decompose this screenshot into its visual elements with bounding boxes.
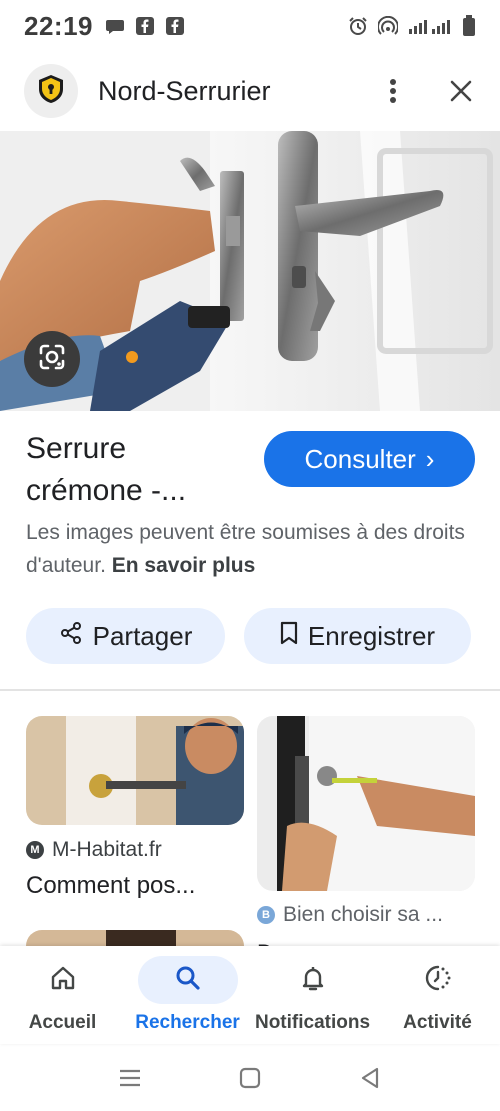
google-lens-button[interactable]	[24, 331, 80, 387]
search-icon	[174, 964, 202, 997]
bookmark-icon	[280, 621, 298, 652]
message-icon	[105, 16, 125, 36]
nav-label-activity: Activité	[403, 1012, 472, 1033]
nav-icon-container	[13, 956, 113, 1004]
shield-lock-icon	[37, 74, 65, 109]
section-divider	[0, 689, 500, 691]
related-source-1[interactable]: M M-Habitat.fr	[26, 838, 162, 862]
related-thumbnail-1[interactable]	[26, 716, 244, 825]
nav-item-home[interactable]: Accueil	[0, 946, 125, 1044]
nav-item-search[interactable]: Rechercher	[125, 946, 250, 1044]
learn-more-link[interactable]: En savoir plus	[112, 554, 256, 577]
source-favicon-icon: M	[26, 841, 44, 859]
related-image-2	[257, 716, 475, 891]
related-caption-1[interactable]: Comment pos...	[26, 872, 195, 900]
share-label: Partager	[92, 620, 193, 651]
chevron-right-icon: ›	[425, 443, 435, 474]
close-icon[interactable]	[446, 76, 476, 106]
nav-item-notifications[interactable]: Notifications	[250, 946, 375, 1044]
signal-icon	[408, 16, 452, 36]
nav-label-home: Accueil	[28, 1012, 97, 1033]
related-source-2[interactable]: B Bien choisir sa ...	[257, 903, 443, 927]
site-header: Nord-Serrurier	[0, 52, 500, 130]
status-system-icons	[348, 15, 476, 36]
nav-icon-container	[137, 956, 238, 1004]
recents-icon[interactable]	[110, 1058, 150, 1098]
save-button[interactable]: Enregistrer	[244, 608, 471, 664]
header-actions	[378, 76, 476, 106]
hotspot-icon	[378, 16, 398, 36]
consult-button[interactable]: Consulter ›	[264, 431, 475, 487]
result-title-line2: crémone -...	[26, 474, 187, 507]
nav-icon-container	[263, 956, 363, 1004]
related-source-name: Bien choisir sa ...	[283, 903, 443, 926]
nav-icon-container	[388, 956, 488, 1004]
status-notification-icons	[105, 16, 185, 36]
home-icon	[49, 964, 77, 997]
copyright-notice: Les images peuvent être soumises à des d…	[26, 516, 476, 582]
bottom-navigation: Accueil Rechercher Notifications Activit…	[0, 946, 500, 1044]
home-square-icon[interactable]	[230, 1058, 270, 1098]
nav-label-notifications: Notifications	[254, 1012, 371, 1033]
site-logo	[24, 64, 78, 118]
bell-icon	[299, 964, 327, 997]
status-bar: 22:19	[0, 0, 500, 52]
site-title: Nord-Serrurier	[98, 75, 271, 106]
related-source-name: M-Habitat.fr	[52, 838, 162, 861]
save-label: Enregistrer	[307, 620, 436, 651]
share-button[interactable]: Partager	[26, 608, 225, 664]
nav-item-activity[interactable]: Activité	[375, 946, 500, 1044]
related-image-1	[26, 716, 244, 825]
share-icon	[59, 621, 83, 652]
facebook-icon	[165, 16, 185, 36]
nav-label-search: Rechercher	[135, 1012, 240, 1033]
more-vert-icon[interactable]	[378, 76, 408, 106]
alarm-icon	[348, 16, 368, 36]
consult-label: Consulter	[304, 443, 416, 474]
result-title: Serrure crémone -...	[26, 428, 246, 512]
facebook-icon	[135, 16, 155, 36]
activity-icon	[424, 964, 452, 997]
google-lens-icon	[38, 343, 66, 376]
back-icon[interactable]	[350, 1058, 390, 1098]
system-navigation-bar	[0, 1044, 500, 1111]
source-favicon-icon: B	[257, 906, 275, 924]
related-thumbnail-2[interactable]	[257, 716, 475, 891]
battery-icon	[462, 15, 476, 36]
result-title-line1: Serrure	[26, 432, 127, 465]
status-time: 22:19	[24, 10, 93, 41]
